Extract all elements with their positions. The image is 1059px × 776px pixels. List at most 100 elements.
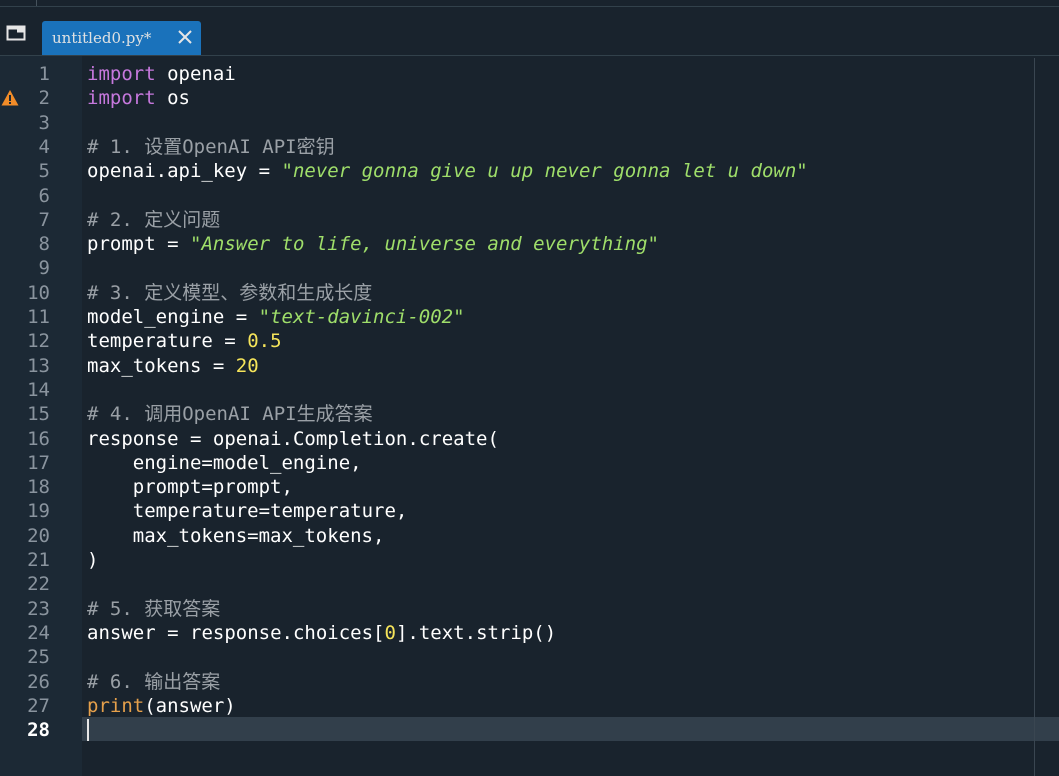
code-identifier: text: [418, 621, 465, 644]
line-number: 6: [38, 184, 50, 207]
line-number: 13: [27, 354, 50, 377]
code-number: 0: [384, 621, 396, 644]
line-number: 27: [27, 694, 50, 717]
code-line[interactable]: print(answer): [87, 694, 236, 718]
line-number: 21: [27, 549, 50, 571]
code-identifier: Completion: [292, 427, 408, 450]
code-string: "never gonna give u up never gonna let u…: [281, 160, 808, 183]
code-line[interactable]: import openai: [87, 62, 236, 86]
code-line[interactable]: openai.api_key = "never gonna give u up …: [87, 159, 808, 183]
code-identifier: answer: [87, 621, 156, 644]
code-line[interactable]: import os: [87, 86, 190, 110]
code-keyword: import: [87, 63, 156, 85]
code-line[interactable]: # 5. 获取答案: [87, 597, 220, 621]
code-line[interactable]: max_tokens=max_tokens,: [87, 524, 385, 548]
code-punctuation: ,: [395, 500, 408, 523]
code-identifier: response: [190, 621, 282, 644]
code-line[interactable]: max_tokens = 20: [87, 354, 259, 378]
warning-icon[interactable]: [1, 89, 19, 107]
code-line[interactable]: model_engine = "text-davinci-002": [87, 305, 465, 329]
code-comment: # 5. 获取答案: [87, 597, 221, 620]
line-number: 12: [27, 330, 50, 353]
code-punctuation: =: [258, 160, 271, 183]
code-comment: # 1. 设置OpenAI API密钥: [87, 135, 335, 158]
code-string: "Answer to life, universe and everything…: [190, 233, 659, 256]
browse-tabs-icon: [6, 25, 26, 41]
code-punctuation: (: [487, 427, 499, 450]
tab-untitled0[interactable]: untitled0.py*: [42, 21, 201, 55]
code-punctuation: [: [373, 621, 385, 644]
line-number: 3: [38, 111, 50, 134]
code-line[interactable]: ): [87, 548, 98, 572]
code-punctuation: (): [533, 621, 557, 644]
line-number: 9: [38, 257, 50, 280]
line-number: 22: [27, 573, 50, 596]
code-punctuation: =: [235, 306, 248, 328]
code-identifier: openai: [167, 63, 236, 85]
code-line[interactable]: # 2. 定义问题: [87, 208, 220, 232]
code-identifier: engine: [132, 451, 202, 474]
code-punctuation: ,: [350, 451, 362, 474]
spyder-editor-window: untitled0.py* 1 import openai 2 import os 3 4…: [0, 0, 1059, 776]
code-string: "text-davinci-002": [258, 306, 465, 328]
code-line[interactable]: # 1. 设置OpenAI API密钥: [87, 135, 335, 159]
code-identifier: response: [87, 427, 179, 450]
code-comment: # 4. 调用OpenAI API生成答案: [87, 403, 373, 426]
code-number: 0.5: [247, 330, 282, 353]
code-identifier: openai: [87, 160, 156, 183]
line-number: 15: [27, 403, 50, 426]
code-editor[interactable]: 1 import openai 2 import os 3 4 # 1. 设置OpenAI …: [0, 56, 1059, 776]
line-number: 17: [27, 451, 50, 474]
line-number: 20: [27, 524, 50, 547]
close-icon[interactable]: [175, 27, 195, 47]
code-punctuation: .: [407, 427, 419, 450]
code-punctuation: =: [247, 524, 259, 547]
code-line[interactable]: engine=model_engine,: [87, 451, 362, 475]
code-line[interactable]: temperature = 0.5: [87, 329, 282, 353]
code-punctuation: .: [281, 427, 293, 450]
code-identifier: model_engine: [212, 451, 351, 474]
code-line[interactable]: # 6. 输出答案: [87, 670, 220, 694]
line-number: 18: [27, 476, 50, 499]
code-punctuation: .: [281, 621, 293, 644]
code-identifier: strip: [476, 621, 534, 644]
line-number: 5: [38, 160, 50, 183]
code-identifier: temperature: [132, 500, 259, 523]
browse-tabs-button[interactable]: [4, 21, 28, 45]
code-punctuation: (: [144, 694, 156, 717]
code-identifier: max_tokens: [87, 354, 202, 377]
code-line[interactable]: # 4. 调用OpenAI API生成答案: [87, 402, 373, 426]
code-line[interactable]: answer = response.choices[0].text.strip(…: [87, 621, 556, 645]
code-punctuation: ].: [395, 621, 419, 644]
code-punctuation: =: [258, 500, 271, 523]
line-number: 28: [27, 719, 50, 742]
code-comment: # 2. 定义问题: [87, 208, 221, 231]
code-comment: # 3. 定义模型、参数和生成长度: [87, 281, 373, 304]
code-identifier: choices: [292, 621, 374, 644]
code-punctuation: =: [167, 621, 179, 644]
code-punctuation: =: [224, 330, 236, 353]
code-punctuation: =: [189, 427, 202, 450]
line-number: 7: [38, 208, 50, 231]
line-number: 24: [27, 621, 50, 644]
line-number: 23: [27, 597, 50, 620]
code-identifier: answer: [155, 694, 225, 717]
code-punctuation: ,: [373, 524, 385, 547]
code-identifier: max_tokens: [258, 524, 373, 547]
code-identifier: temperature: [270, 500, 396, 523]
code-identifier: api_key: [167, 160, 248, 183]
code-line[interactable]: prompt=prompt,: [87, 475, 293, 499]
top-splitter-handle[interactable]: [36, 0, 37, 6]
code-line[interactable]: temperature=temperature,: [87, 499, 408, 523]
code-identifier: temperature: [87, 330, 213, 353]
code-punctuation: =: [201, 451, 213, 474]
code-line[interactable]: response = openai.Completion.create(: [87, 427, 499, 451]
code-line[interactable]: prompt = "Answer to life, universe and e…: [87, 232, 659, 256]
text-cursor: [87, 719, 89, 742]
code-punctuation: =: [167, 233, 179, 256]
code-punctuation: .: [464, 621, 477, 644]
line-number: 14: [27, 378, 50, 401]
line-number: 25: [27, 646, 50, 669]
code-punctuation: =: [201, 476, 213, 499]
code-line[interactable]: # 3. 定义模型、参数和生成长度: [87, 281, 372, 305]
